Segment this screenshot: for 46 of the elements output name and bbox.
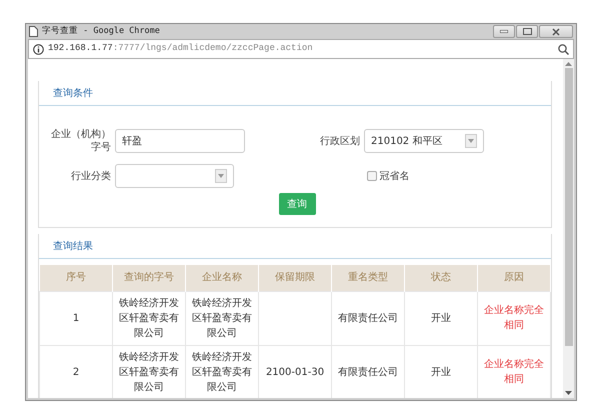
scroll-down-icon[interactable] (565, 391, 572, 395)
panel-title: 查询结果 (39, 234, 551, 259)
column-header: 企业名称 (186, 265, 258, 291)
zoom-icon[interactable] (558, 44, 569, 54)
column-header: 查询的字号 (112, 265, 186, 291)
column-header: 原因 (478, 265, 550, 291)
maximize-icon (522, 28, 532, 35)
field-label: 企业（机构）字号 (50, 128, 111, 154)
info-icon[interactable] (33, 44, 44, 54)
scrollbar-thumb[interactable] (564, 68, 572, 346)
checkbox-label: 冠省名 (380, 170, 410, 182)
checkbox[interactable] (367, 171, 377, 181)
table-cell-text: 2 (72, 366, 80, 380)
minimize-icon (500, 30, 508, 33)
table-cell-text: 铁岭经济开发区轩盈寄卖有限公司 (118, 350, 180, 394)
table-cell-text: 铁岭经济开发区轩盈寄卖有限公司 (191, 350, 253, 394)
table-cell-text: 企业名称完全相同 (483, 304, 545, 333)
table-cell-text: 2100-01-30 (264, 366, 326, 380)
page-icon (29, 26, 38, 37)
table-cell-text: 1 (72, 312, 80, 326)
column-header: 状态 (404, 265, 478, 291)
field-label: 行政区划 (319, 134, 360, 148)
scrollbar[interactable] (563, 59, 574, 398)
table-cell-text: 铁岭经济开发区轩盈寄卖有限公司 (118, 296, 180, 340)
select-field[interactable] (115, 164, 234, 188)
column-header: 重名类型 (332, 265, 404, 291)
minimize-button[interactable] (493, 25, 515, 38)
text-field[interactable]: 轩盈 (115, 129, 245, 153)
maximize-button[interactable] (516, 25, 538, 38)
close-button[interactable] (539, 25, 573, 38)
close-icon (552, 28, 560, 36)
table-cell-text: 企业名称完全相同 (483, 358, 545, 387)
caret-icon (218, 174, 224, 178)
table-cell-text: 开业 (430, 312, 452, 326)
table-cell-text: 铁岭经济开发区轩盈寄卖有限公司 (191, 296, 253, 340)
table-cell-text: 有限责任公司 (337, 312, 399, 326)
column-header: 序号 (40, 265, 112, 291)
table-cell-text: 开业 (430, 366, 452, 380)
window-title: 字号查重 - Google Chrome (42, 25, 160, 38)
table-cell-text: 有限责任公司 (337, 366, 399, 380)
column-header: 保留期限 (258, 265, 332, 291)
caret-icon (468, 139, 474, 143)
field-label: 行业分类 (70, 170, 111, 182)
select-field[interactable]: 210102 和平区 (364, 129, 484, 153)
panel-title: 查询条件 (39, 81, 551, 106)
scroll-up-icon[interactable] (565, 62, 572, 66)
